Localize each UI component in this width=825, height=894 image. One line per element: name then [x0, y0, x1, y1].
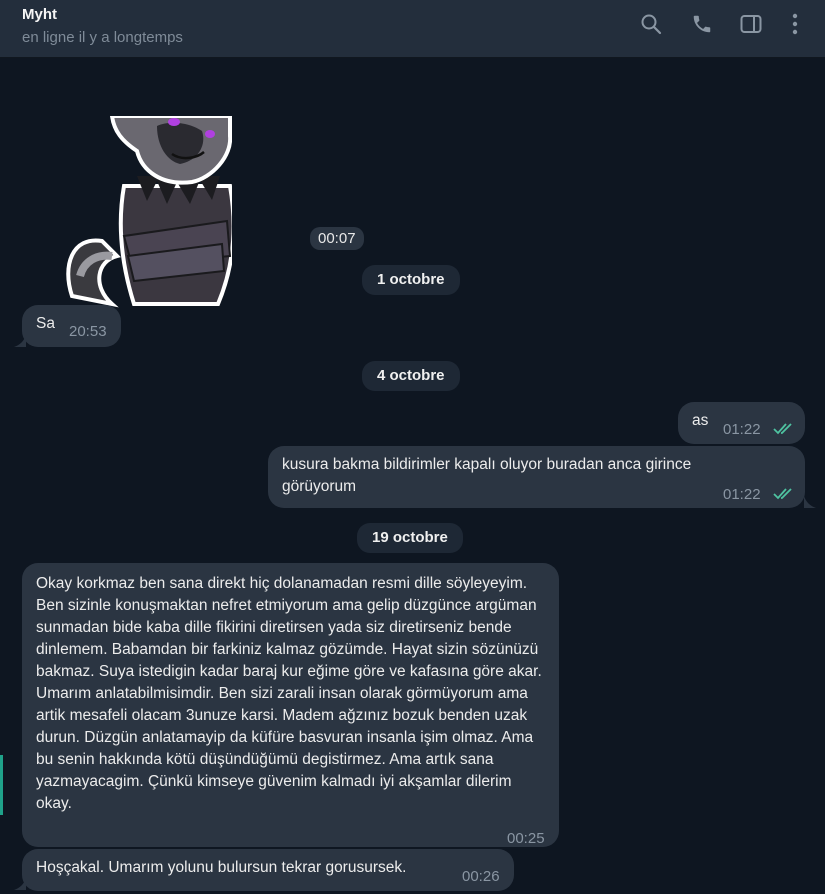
sticker-wolf-image[interactable] [62, 114, 236, 308]
message-text: Hoşçakal. Umarım yolunu bulursun tekrar … [36, 859, 407, 876]
message-text: Okay korkmaz ben sana direkt hiç dolanam… [36, 575, 542, 812]
read-checks-icon [773, 488, 792, 500]
chat-title[interactable]: Myht [22, 6, 57, 23]
message-text: kusura bakma bildirimler kapalı oluyor b… [282, 456, 692, 495]
chat-header: Myht en ligne il y a longtemps [0, 0, 825, 58]
read-checks-icon [773, 423, 792, 435]
scroll-indicator [0, 755, 3, 815]
sticker-timestamp: 00:07 [310, 227, 364, 250]
incoming-message[interactable]: Sa 20:53 [22, 305, 121, 347]
more-vertical-icon[interactable] [783, 12, 807, 36]
bubble-tail [804, 496, 816, 508]
incoming-message[interactable]: Okay korkmaz ben sana direkt hiç dolanam… [22, 563, 559, 847]
message-time: 01:22 [723, 421, 761, 438]
chat-status: en ligne il y a longtemps [22, 29, 183, 46]
outgoing-message[interactable]: as 01:22 [678, 402, 805, 444]
date-separator: 19 octobre [357, 523, 463, 553]
date-separator: 4 octobre [362, 361, 460, 391]
message-time: 00:25 [507, 830, 545, 847]
message-text: as [692, 412, 709, 429]
sidebar-toggle-icon[interactable] [739, 12, 763, 36]
incoming-message[interactable]: Hoşçakal. Umarım yolunu bulursun tekrar … [22, 849, 514, 891]
outgoing-message[interactable]: kusura bakma bildirimler kapalı oluyor b… [268, 446, 805, 508]
search-icon[interactable] [639, 12, 663, 36]
message-time: 00:26 [462, 868, 500, 885]
date-separator: 1 octobre [362, 265, 460, 295]
message-time: 20:53 [69, 323, 107, 340]
phone-icon[interactable] [690, 12, 714, 36]
message-text: Sa [36, 315, 55, 332]
message-list[interactable]: 00:07 1 octobre Sa 20:53 4 octobre as 01… [0, 58, 825, 894]
message-time: 01:22 [723, 486, 761, 503]
